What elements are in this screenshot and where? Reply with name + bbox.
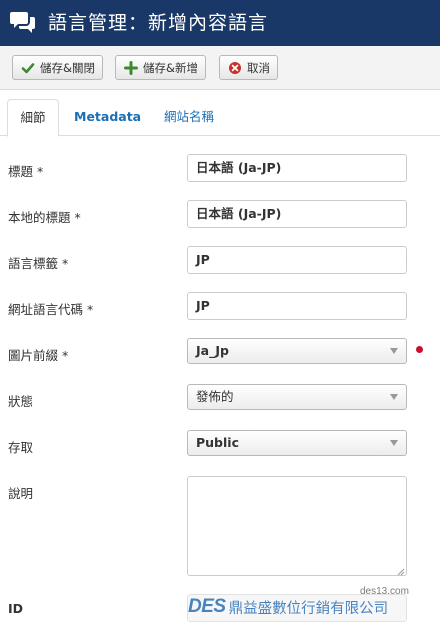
title-label: 標題 * — [8, 164, 44, 179]
language-tag-label: 語言標籤 * — [8, 256, 69, 271]
description-label: 說明 — [8, 486, 34, 501]
access-select[interactable]: Public — [187, 430, 407, 456]
watermark: DES 鼎益盛數位行銷有限公司 — [188, 596, 388, 618]
chevron-down-icon — [390, 348, 398, 354]
description-textarea[interactable] — [187, 476, 407, 576]
url-code-input[interactable]: JP — [187, 292, 407, 320]
cancel-button[interactable]: 取消 — [219, 55, 278, 80]
title-input[interactable]: 日本語 (Ja-JP) — [187, 154, 407, 182]
access-value: Public — [196, 435, 239, 450]
native-title-label: 本地的標題 * — [8, 210, 81, 225]
chat-bubbles-icon — [10, 10, 36, 34]
native-title-input[interactable]: 日本語 (Ja-JP) — [187, 200, 407, 228]
page-header: 語言管理：新增內容語言 — [0, 0, 440, 46]
watermark-logo: DES — [188, 596, 226, 617]
tab-details[interactable]: 細節 — [7, 99, 59, 137]
save-new-button[interactable]: 儲存&新增 — [115, 55, 206, 80]
access-label: 存取 — [8, 440, 34, 455]
status-select[interactable]: 發佈的 — [187, 384, 407, 410]
cancel-label: 取消 — [247, 60, 270, 75]
tab-site-name[interactable]: 網站名稱 — [164, 99, 214, 136]
chevron-down-icon — [390, 394, 398, 400]
id-label: ID — [8, 601, 24, 616]
url-code-label: 網址語言代碼 * — [8, 302, 94, 317]
image-prefix-label: 圖片前綴 * — [8, 348, 69, 363]
save-new-label: 儲存&新增 — [143, 60, 198, 75]
page-title: 語言管理：新增內容語言 — [48, 12, 269, 34]
plus-icon — [124, 60, 138, 75]
required-indicator-icon — [416, 346, 423, 353]
resize-handle-icon[interactable] — [396, 565, 405, 576]
check-icon — [21, 61, 35, 75]
status-value: 發佈的 — [196, 389, 234, 404]
image-prefix-select[interactable]: Ja_Jp — [187, 338, 407, 364]
watermark-company: 鼎益盛數位行銷有限公司 — [228, 600, 389, 617]
status-label: 狀態 — [8, 394, 34, 409]
tab-bar: 細節 Metadata 網站名稱 — [0, 99, 440, 137]
save-close-button[interactable]: 儲存&關閉 — [12, 55, 103, 80]
save-close-label: 儲存&關閉 — [40, 60, 95, 75]
cancel-icon — [228, 61, 242, 75]
language-tag-input[interactable]: JP — [187, 246, 407, 274]
toolbar: 儲存&關閉 儲存&新增 取消 — [0, 46, 440, 90]
chevron-down-icon — [390, 440, 398, 446]
image-prefix-value: Ja_Jp — [196, 343, 229, 358]
tab-metadata[interactable]: Metadata — [74, 99, 141, 136]
